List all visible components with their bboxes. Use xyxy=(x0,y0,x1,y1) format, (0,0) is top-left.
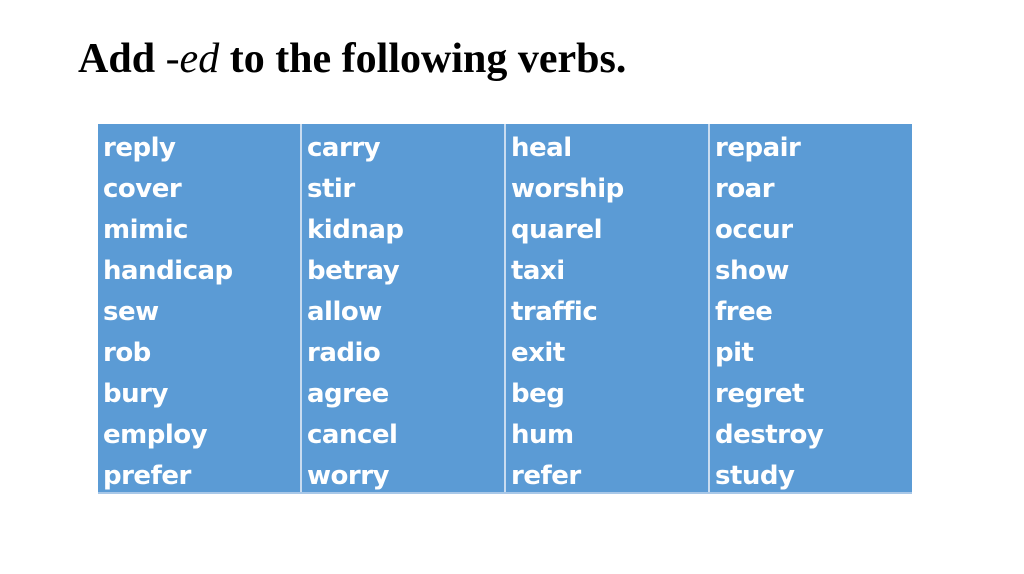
verb-word: prefer xyxy=(103,461,191,491)
verb-word: agree xyxy=(307,379,389,409)
verb-word: beg xyxy=(511,379,565,409)
verb-word: betray xyxy=(307,256,400,286)
verb-word: roar xyxy=(715,174,775,204)
verb-word: pit xyxy=(715,338,754,368)
verb-word: traffic xyxy=(511,297,598,327)
verb-word: reply xyxy=(103,133,176,163)
verb-word: show xyxy=(715,256,789,286)
title-prefix: Add xyxy=(78,36,166,82)
verb-word: free xyxy=(715,297,773,327)
verb-word: stir xyxy=(307,174,355,204)
verb-word: refer xyxy=(511,461,581,491)
verb-column-1: reply cover mimic handicap sew rob bury employ p… xyxy=(98,124,302,492)
verb-word: rob xyxy=(103,338,151,368)
verb-word: destroy xyxy=(715,420,824,450)
verb-word: worship xyxy=(511,174,624,204)
title-emphasis: -ed xyxy=(165,36,220,82)
verb-word: allow xyxy=(307,297,382,327)
verb-column-3: heal worship quarel taxi traffic exit beg hum re… xyxy=(506,124,710,492)
verb-word: heal xyxy=(511,133,572,163)
verb-word: carry xyxy=(307,133,381,163)
title-suffix: to the following verbs. xyxy=(219,36,627,82)
verb-word: taxi xyxy=(511,256,565,286)
verb-word: cover xyxy=(103,174,182,204)
verb-word: regret xyxy=(715,379,804,409)
verb-word: exit xyxy=(511,338,565,368)
verb-word: repair xyxy=(715,133,801,163)
verb-column-4: repair roar occur show free pit regret destroy s… xyxy=(710,124,912,492)
verb-word: handicap xyxy=(103,256,233,286)
verb-word: occur xyxy=(715,215,793,245)
verb-word: cancel xyxy=(307,420,398,450)
verb-word: sew xyxy=(103,297,159,327)
verb-word: quarel xyxy=(511,215,603,245)
verb-word: kidnap xyxy=(307,215,404,245)
verb-word: hum xyxy=(511,420,574,450)
verb-word: worry xyxy=(307,461,389,491)
verb-column-2: carry stir kidnap betray allow radio agree canc… xyxy=(302,124,506,492)
verb-word: mimic xyxy=(103,215,188,245)
page-title: Add -ed to the following verbs. xyxy=(78,34,626,84)
verb-word: radio xyxy=(307,338,381,368)
verb-word: employ xyxy=(103,420,208,450)
verb-word: study xyxy=(715,461,795,491)
verb-table: reply cover mimic handicap sew rob bury employ p… xyxy=(98,124,912,494)
verb-word: bury xyxy=(103,379,168,409)
